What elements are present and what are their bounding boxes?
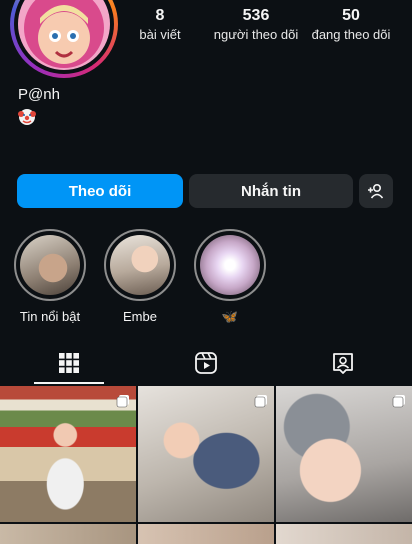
following-stat[interactable]: 50 đang theo dõi: [306, 6, 396, 44]
reels-icon: [195, 352, 217, 374]
message-button[interactable]: Nhắn tin: [189, 174, 353, 208]
grid-icon: [59, 353, 79, 373]
post-thumbnail[interactable]: [276, 524, 412, 544]
add-person-icon: [368, 183, 384, 199]
tab-tagged[interactable]: [308, 342, 378, 384]
followers-count: 536: [242, 7, 270, 24]
post-thumbnail[interactable]: [276, 386, 412, 522]
tagged-icon: [333, 353, 353, 374]
avatar-image: [18, 0, 110, 70]
highlight-label: Tin nổi bật: [19, 309, 81, 324]
posts-count: 8: [155, 7, 165, 24]
post-thumbnail[interactable]: [138, 524, 274, 544]
followers-label: người theo dõi: [213, 27, 299, 42]
highlight-ring: [194, 229, 266, 301]
highlight-butterfly[interactable]: 🦋: [194, 229, 266, 325]
carousel-icon: [392, 395, 405, 408]
following-label: đang theo dõi: [311, 27, 391, 42]
highlight-ring: [14, 229, 86, 301]
highlight-ring: [104, 229, 176, 301]
profile-tab-bar: [0, 342, 412, 384]
carousel-icon: [254, 395, 267, 408]
profile-avatar[interactable]: [10, 0, 118, 78]
carousel-icon: [116, 395, 129, 408]
clown-emoji-icon: [18, 109, 36, 125]
suggest-people-button[interactable]: [359, 174, 393, 208]
following-count: 50: [342, 7, 360, 24]
followers-stat[interactable]: 536 người theo dõi: [210, 6, 302, 44]
post-thumbnail[interactable]: [0, 524, 136, 544]
active-tab-indicator: [34, 382, 104, 384]
highlight-cover: [110, 235, 170, 295]
highlight-label: Embe: [123, 309, 157, 324]
follow-button[interactable]: Theo dõi: [17, 174, 183, 208]
highlight-embe[interactable]: Embe: [104, 229, 176, 324]
posts-label: bài viết: [139, 27, 181, 42]
highlight-label: 🦋: [221, 309, 239, 324]
post-thumbnail[interactable]: [138, 386, 274, 522]
bio-emoji: [18, 108, 36, 126]
highlight-tin-noi-bat[interactable]: Tin nổi bật: [14, 229, 86, 324]
post-thumbnail[interactable]: [0, 386, 136, 522]
highlight-cover: [20, 235, 80, 295]
highlight-cover: [200, 235, 260, 295]
posts-grid: [0, 386, 412, 544]
avatar-border: [14, 0, 114, 74]
tab-posts-grid[interactable]: [34, 342, 104, 384]
tab-reels[interactable]: [171, 342, 241, 384]
profile-username: P@nh: [18, 86, 60, 103]
avatar-illustration: [24, 0, 104, 68]
posts-stat: 8 bài viết: [134, 6, 186, 44]
